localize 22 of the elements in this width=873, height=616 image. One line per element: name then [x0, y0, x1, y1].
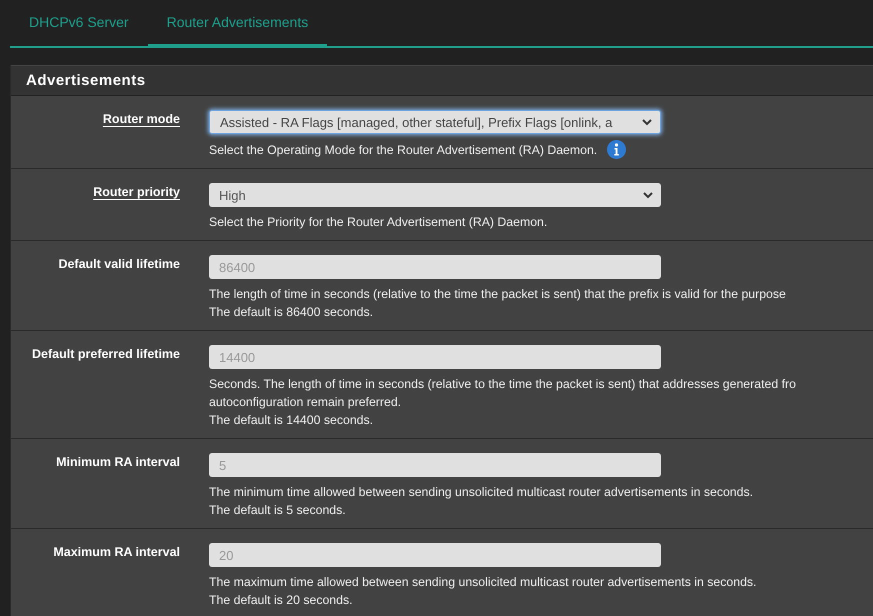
field-label: Minimum RA interval — [56, 455, 180, 469]
field-label: Default valid lifetime — [58, 257, 180, 271]
select-field[interactable]: Assisted - RA Flags [managed, other stateful], Prefix Flags [onlink, a — [209, 110, 661, 134]
tab[interactable]: Router Advertisements — [148, 0, 328, 48]
help-text: The minimum time allowed between sending unsolicited multicast router advertisements in seconds. — [209, 484, 754, 501]
panel-title: Advertisements — [11, 65, 873, 96]
help-text: Select the Operating Mode for the Router Advertisement (RA) Daemon. — [209, 142, 598, 158]
help-text: Select the Priority for the Router Advertisement (RA) Daemon. — [209, 214, 548, 231]
help-text: The default is 14400 seconds. — [209, 412, 374, 429]
field-label: Default preferred lifetime — [32, 347, 180, 361]
help-text: The maximum time allowed between sending unsolicited multicast router advertisements in seconds. — [209, 574, 756, 591]
help-text: The length of time in seconds (relative to the time the packet is sent) that the prefix is valid for the purpose — [209, 286, 786, 303]
tab[interactable]: DHCPv6 Server — [10, 0, 148, 48]
help-text: Seconds. The length of time in seconds (relative to the time the packet is sent) that addresses generated fro — [209, 376, 796, 393]
field-label: Maximum RA interval — [53, 545, 180, 559]
select-field[interactable]: High — [209, 183, 661, 207]
help-text: The default is 86400 seconds. — [209, 304, 374, 321]
help-text: The default is 5 seconds. — [209, 502, 347, 519]
help-text: autoconfiguration remain preferred. — [209, 394, 402, 411]
field-label-link[interactable]: Router priority — [93, 185, 180, 199]
help-text: The default is 20 seconds. — [209, 592, 354, 609]
field-label-link[interactable]: Router mode — [102, 112, 180, 126]
